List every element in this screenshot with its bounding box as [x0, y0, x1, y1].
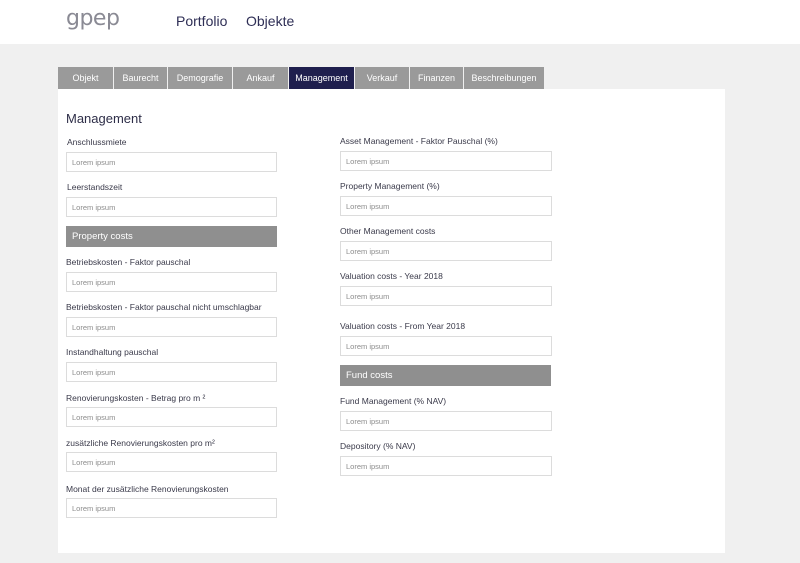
valuation-costs-2018-input[interactable]	[340, 286, 552, 306]
nav-objekte[interactable]: Objekte	[246, 13, 294, 29]
label-leerstandszeit: Leerstandszeit	[67, 182, 123, 192]
valuation-costs-from-2018-input[interactable]	[340, 336, 552, 356]
label-fund-management: Fund Management (% NAV)	[340, 396, 447, 406]
tab-baurecht[interactable]: Baurecht	[114, 67, 168, 89]
label-monat-renovierungskosten: Monat der zusätzliche Renovierungskosten	[66, 484, 229, 494]
label-valuation-costs-from-2018: Valuation costs - From Year 2018	[340, 321, 466, 331]
tab-bar: Objekt Baurecht Demografie Ankauf Manage…	[58, 67, 545, 89]
gpep-logo[interactable]: gpep	[66, 6, 120, 31]
anschlussmiete-input[interactable]	[66, 152, 277, 172]
leerstandszeit-input[interactable]	[66, 197, 277, 217]
tab-demografie[interactable]: Demografie	[168, 67, 233, 89]
instandhaltung-input[interactable]	[66, 362, 277, 382]
tab-ankauf[interactable]: Ankauf	[233, 67, 289, 89]
property-management-input[interactable]	[340, 196, 552, 216]
betriebskosten-nicht-umschlagbar-input[interactable]	[66, 317, 277, 337]
section-fund-costs: Fund costs	[340, 365, 551, 386]
label-anschlussmiete: Anschlussmiete	[67, 137, 127, 147]
top-bar: gpep Portfolio Objekte	[0, 0, 800, 44]
tab-verkauf[interactable]: Verkauf	[355, 67, 410, 89]
monat-renovierungskosten-input[interactable]	[66, 498, 277, 518]
asset-management-input[interactable]	[340, 151, 552, 171]
label-betriebskosten-nicht-umschlagbar: Betriebskosten - Faktor pauschal nicht u…	[66, 302, 262, 312]
tab-beschreibungen[interactable]: Beschreibungen	[464, 67, 545, 89]
tab-management[interactable]: Management	[289, 67, 355, 89]
label-depository: Depository (% NAV)	[340, 441, 416, 451]
tab-objekt[interactable]: Objekt	[58, 67, 114, 89]
fund-management-input[interactable]	[340, 411, 552, 431]
zusaetzliche-renovierungskosten-input[interactable]	[66, 452, 277, 472]
page-title: Management	[66, 111, 142, 126]
betriebskosten-faktor-input[interactable]	[66, 272, 277, 292]
label-other-management-costs: Other Management costs	[340, 226, 436, 236]
depository-input[interactable]	[340, 456, 552, 476]
label-instandhaltung: Instandhaltung pauschal	[66, 347, 159, 357]
other-management-costs-input[interactable]	[340, 241, 552, 261]
label-asset-management: Asset Management - Faktor Pauschal (%)	[340, 136, 498, 146]
label-renovierungskosten: Renovierungskosten - Betrag pro m ²	[66, 393, 206, 403]
label-zusaetzliche-renovierungskosten: zusätzliche Renovierungskosten pro m²	[66, 438, 215, 448]
label-valuation-costs-2018: Valuation costs - Year 2018	[340, 271, 443, 281]
label-betriebskosten-faktor: Betriebskosten - Faktor pauschal	[66, 257, 191, 267]
nav-portfolio[interactable]: Portfolio	[176, 13, 227, 29]
renovierungskosten-input[interactable]	[66, 407, 277, 427]
tab-finanzen[interactable]: Finanzen	[410, 67, 464, 89]
section-property-costs: Property costs	[66, 226, 277, 247]
label-property-management: Property Management (%)	[340, 181, 440, 191]
